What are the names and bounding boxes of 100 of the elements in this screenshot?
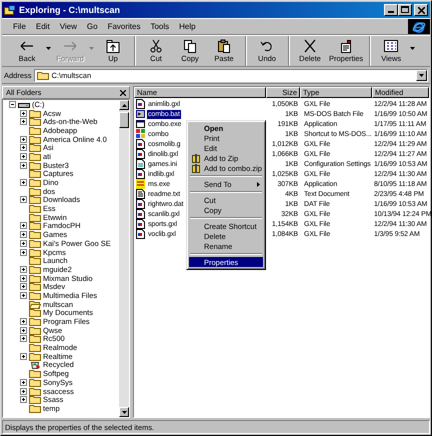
down-arrow-icon [122, 410, 126, 414]
folder-icon [29, 369, 41, 378]
menu-item[interactable]: Help [174, 22, 201, 31]
document-icon [136, 229, 145, 239]
folder-icon [29, 143, 41, 152]
plus-box-icon[interactable] [20, 118, 27, 126]
folder-icon [29, 126, 41, 135]
folder-icon [29, 204, 41, 214]
explorer-icon [4, 4, 16, 16]
document-icon [136, 219, 145, 229]
document-icon [136, 139, 145, 149]
plus-box-icon[interactable] [20, 162, 27, 169]
menu-item[interactable]: Go [82, 22, 103, 31]
caret-icon [89, 46, 94, 50]
minimize-icon [388, 11, 394, 13]
folder-icon [29, 178, 41, 188]
plus-box-icon[interactable] [20, 222, 27, 230]
maximize-button[interactable] [398, 4, 412, 16]
close-icon [418, 6, 424, 14]
folder-icon [29, 256, 41, 266]
minus-box-icon[interactable] [9, 100, 16, 108]
plus-box-icon[interactable] [20, 152, 27, 160]
scrollbar[interactable] [119, 100, 129, 417]
plus-box-icon[interactable] [20, 274, 27, 282]
folder-icon [29, 221, 41, 230]
folder-icon [29, 395, 41, 404]
settings-file-icon [136, 159, 145, 169]
folder-icon [29, 108, 41, 118]
scrollbar-thumb[interactable] [119, 112, 129, 128]
window-title: Exploring - C:\multscan [19, 5, 122, 15]
document-icon [136, 169, 145, 179]
plus-box-icon[interactable] [20, 352, 27, 360]
plus-box-icon[interactable] [20, 388, 27, 395]
caret-icon [46, 46, 51, 50]
text-file-icon [136, 189, 145, 199]
open-folder-icon [29, 300, 41, 309]
folder-up-icon [105, 39, 121, 53]
app-icon [136, 179, 145, 189]
maximize-icon [401, 6, 409, 13]
plus-box-icon[interactable] [20, 179, 27, 186]
plus-box-icon[interactable] [20, 144, 27, 152]
folder-icon [29, 290, 41, 300]
document-icon [136, 149, 145, 159]
caret-icon [419, 74, 424, 76]
folder-icon [29, 212, 41, 222]
batch-file-icon [136, 109, 145, 119]
plus-box-icon[interactable] [20, 378, 27, 386]
folder-icon [29, 264, 41, 274]
scroll-down-button[interactable] [119, 407, 129, 417]
globe-logo-icon [412, 20, 426, 34]
plus-box-icon[interactable] [20, 318, 27, 326]
grid-icon [383, 39, 400, 53]
plus-box-icon[interactable] [20, 326, 27, 334]
forward-arrow-icon [62, 39, 78, 53]
folder-icon [29, 334, 41, 344]
plus-box-icon[interactable] [20, 196, 27, 204]
menu-item[interactable]: Edit [30, 22, 55, 31]
plus-box-icon[interactable] [20, 248, 27, 256]
folder-icon [29, 404, 41, 413]
folder-icon [36, 70, 49, 80]
folder-icon [29, 386, 41, 396]
menu-item[interactable]: View [54, 22, 82, 31]
folder-icon [29, 317, 41, 326]
menu-item[interactable]: File [8, 22, 31, 31]
plus-box-icon[interactable] [20, 396, 27, 404]
back-arrow-icon [19, 39, 35, 53]
dropdown-button[interactable] [416, 70, 427, 80]
folder-icon [29, 326, 41, 335]
plus-box-icon[interactable] [20, 335, 27, 342]
folder-icon [29, 195, 41, 204]
application-window-icon [136, 119, 145, 129]
menu-item[interactable]: Tools [145, 22, 174, 31]
plus-box-icon[interactable] [20, 110, 27, 117]
folder-icon [29, 230, 41, 240]
folder-icon [29, 282, 41, 292]
menu-item[interactable]: Favorites [102, 22, 146, 31]
copy-icon [182, 39, 198, 53]
plus-box-icon[interactable] [20, 231, 27, 238]
folder-icon [29, 134, 41, 144]
folder-icon [29, 274, 41, 283]
plus-box-icon[interactable] [20, 266, 27, 273]
document-icon [136, 209, 145, 219]
plus-box-icon[interactable] [20, 283, 27, 290]
submenu-arrow-icon [257, 182, 260, 186]
close-button[interactable] [120, 90, 126, 96]
folder-icon [29, 352, 41, 361]
up-arrow-icon [122, 104, 126, 106]
minimize-button[interactable] [384, 4, 398, 16]
scissors-icon [148, 39, 164, 53]
drive-icon [18, 100, 30, 109]
folder-icon [29, 238, 41, 248]
scroll-up-button[interactable] [119, 100, 129, 110]
plus-box-icon[interactable] [20, 292, 27, 299]
plus-box-icon[interactable] [20, 136, 27, 143]
recycle-bin-icon [29, 360, 41, 370]
folder-icon [29, 186, 41, 196]
folder-icon [29, 169, 41, 178]
document-icon [136, 99, 145, 109]
plus-box-icon[interactable] [20, 240, 27, 247]
folder-icon [29, 152, 41, 161]
